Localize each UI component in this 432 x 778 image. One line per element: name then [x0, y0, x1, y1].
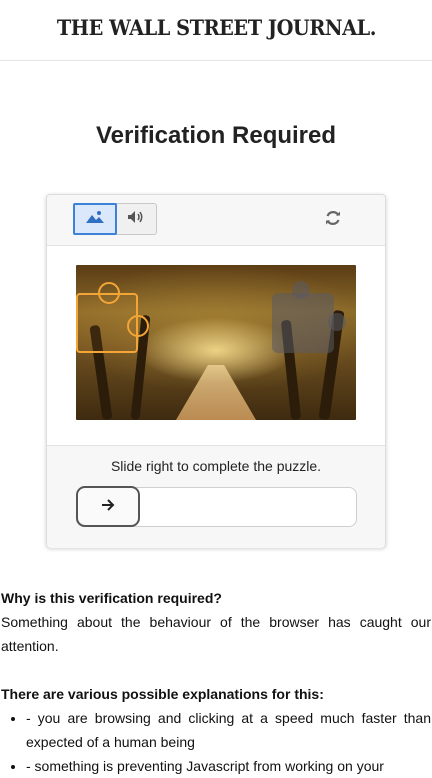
- puzzle-piece[interactable]: [76, 282, 149, 353]
- reasons-list: - you are browsing and clicking at a spe…: [1, 706, 431, 778]
- captcha-footer: Slide right to complete the puzzle.: [47, 445, 385, 548]
- refresh-icon: [324, 209, 342, 232]
- image-icon: [85, 209, 105, 230]
- puzzle-image: [76, 265, 356, 420]
- refresh-button[interactable]: [323, 210, 343, 230]
- speaker-icon: [127, 210, 145, 229]
- site-header: THE WALL STREET JOURNAL.: [0, 0, 432, 61]
- image-mode-button[interactable]: [73, 203, 117, 235]
- why-text: Something about the behaviour of the bro…: [1, 614, 431, 654]
- forest-road: [176, 365, 256, 420]
- puzzle-knob: [292, 281, 310, 299]
- arrow-right-icon: [101, 498, 115, 516]
- audio-mode-button[interactable]: [116, 204, 157, 234]
- site-logo: THE WALL STREET JOURNAL.: [56, 14, 376, 40]
- puzzle-knob: [328, 313, 346, 331]
- reason-item: - something is preventing Javascript fro…: [26, 754, 431, 778]
- page-title: Verification Required: [95, 122, 337, 149]
- slider-handle[interactable]: [76, 486, 140, 527]
- puzzle-knob: [127, 315, 149, 337]
- captcha-instruction: Slide right to complete the puzzle.: [110, 458, 322, 474]
- captcha-mode-switch: [73, 203, 157, 235]
- verification-explanation: Why is this verification required? Somet…: [1, 586, 431, 778]
- captcha-toolbar: [47, 195, 385, 246]
- why-heading: Why is this verification required?: [1, 590, 222, 606]
- captcha-widget: Slide right to complete the puzzle.: [46, 194, 386, 548]
- puzzle-knob: [98, 282, 120, 304]
- puzzle-target-slot: [272, 281, 346, 353]
- reason-item: - you are browsing and clicking at a spe…: [26, 706, 431, 754]
- reasons-heading: There are various possible explanations …: [1, 686, 324, 702]
